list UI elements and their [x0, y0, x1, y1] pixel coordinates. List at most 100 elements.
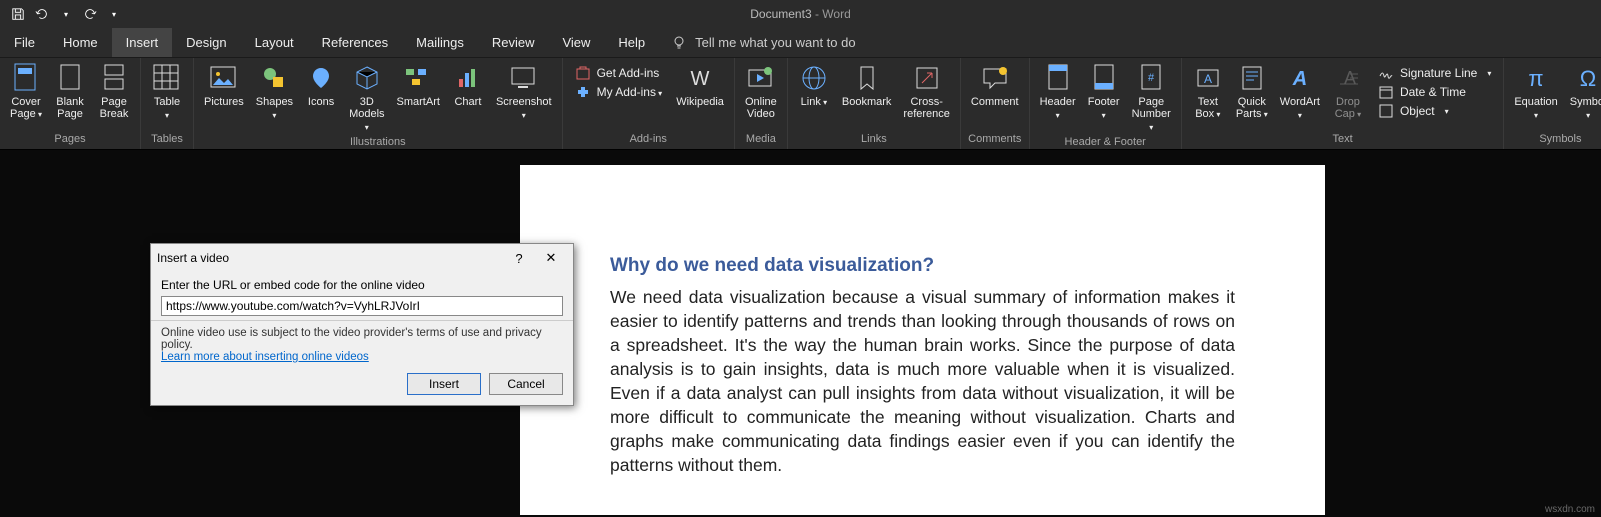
equation-button[interactable]: πEquation [1510, 60, 1561, 122]
cancel-button[interactable]: Cancel [489, 373, 563, 395]
qat-customize-icon[interactable]: ▾ [104, 4, 124, 24]
insert-button[interactable]: Insert [407, 373, 481, 395]
screenshot-button[interactable]: Screenshot [492, 60, 556, 122]
redo-icon[interactable] [80, 4, 100, 24]
video-icon [745, 62, 777, 94]
table-icon [151, 62, 183, 94]
tell-me-search[interactable]: Tell me what you want to do [659, 28, 867, 57]
tab-design[interactable]: Design [172, 28, 240, 57]
equation-icon: π [1520, 62, 1552, 94]
symbol-button[interactable]: ΩSymbol [1566, 60, 1601, 122]
tab-home[interactable]: Home [49, 28, 112, 57]
comment-button[interactable]: Comment [967, 60, 1023, 108]
svg-text:A: A [1292, 68, 1307, 90]
quick-access-toolbar: ▾ ▾ [0, 4, 132, 24]
document-body: We need data visualization because a vis… [610, 285, 1235, 477]
shapes-icon [258, 62, 290, 94]
window-title: Document3 - Word [750, 7, 851, 21]
page-number-icon: # [1135, 62, 1167, 94]
text-box-button[interactable]: AText Box [1188, 60, 1228, 121]
signature-line-button[interactable]: Signature Line▾ [1372, 64, 1497, 82]
icons-button[interactable]: Icons [301, 60, 341, 108]
insert-video-dialog: Insert a video ? ✕ Enter the URL or embe… [150, 243, 574, 406]
save-icon[interactable] [8, 4, 28, 24]
object-icon [1378, 103, 1394, 119]
bookmark-icon [851, 62, 883, 94]
link-button[interactable]: Link [794, 60, 834, 109]
wordart-icon: A [1284, 62, 1316, 94]
page-number-button[interactable]: #Page Number [1128, 60, 1175, 134]
dialog-close-button[interactable]: ✕ [535, 248, 567, 268]
tab-insert[interactable]: Insert [112, 28, 173, 57]
page-break-icon [98, 62, 130, 94]
wikipedia-icon: W [684, 62, 716, 94]
quick-parts-button[interactable]: Quick Parts [1232, 60, 1272, 121]
date-time-button[interactable]: Date & Time [1372, 83, 1472, 101]
symbol-icon: Ω [1572, 62, 1601, 94]
tab-review[interactable]: Review [478, 28, 549, 57]
textbox-icon: A [1192, 62, 1224, 94]
svg-text:W: W [691, 68, 710, 90]
header-icon [1042, 62, 1074, 94]
dialog-prompt: Enter the URL or embed code for the onli… [161, 278, 563, 292]
bookmark-button[interactable]: Bookmark [838, 60, 896, 108]
pictures-button[interactable]: Pictures [200, 60, 248, 108]
shapes-button[interactable]: Shapes [252, 60, 297, 122]
dialog-title: Insert a video [157, 251, 503, 265]
object-button[interactable]: Object▾ [1372, 102, 1455, 120]
dialog-help-button[interactable]: ? [503, 248, 535, 268]
cover-page-button[interactable]: Cover Page [6, 60, 46, 121]
group-pages-label: Pages [54, 131, 85, 149]
lightbulb-icon [671, 35, 687, 51]
tab-mailings[interactable]: Mailings [402, 28, 478, 57]
group-media-label: Media [746, 131, 776, 149]
screenshot-icon [508, 62, 540, 94]
group-links-label: Links [861, 131, 887, 149]
blank-page-button[interactable]: Blank Page [50, 60, 90, 120]
smartart-button[interactable]: SmartArt [393, 60, 444, 108]
get-addins-button[interactable]: Get Add-ins [569, 64, 666, 82]
drop-cap-button[interactable]: ADrop Cap [1328, 60, 1368, 121]
cross-ref-icon [911, 62, 943, 94]
wordart-button[interactable]: AWordArt [1276, 60, 1324, 122]
svg-text:#: # [1148, 72, 1155, 84]
footer-button[interactable]: Footer [1084, 60, 1124, 122]
document-heading: Why do we need data visualization? [610, 255, 1235, 277]
group-comments-label: Comments [968, 131, 1021, 149]
document-page[interactable]: Why do we need data visualization? We ne… [520, 165, 1325, 515]
cube-icon [351, 62, 383, 94]
chart-icon [452, 62, 484, 94]
online-video-button[interactable]: Online Video [741, 60, 781, 120]
dialog-title-bar[interactable]: Insert a video ? ✕ [151, 244, 573, 272]
group-addins-label: Add-ins [630, 131, 667, 149]
ribbon-tabs: File Home Insert Design Layout Reference… [0, 28, 1601, 58]
tab-references[interactable]: References [308, 28, 402, 57]
store-icon [575, 65, 591, 81]
3d-models-button[interactable]: 3D Models [345, 60, 388, 134]
dropcap-icon: A [1332, 62, 1364, 94]
title-bar: ▾ ▾ Document3 - Word [0, 0, 1601, 28]
app-name: Word [822, 7, 850, 21]
group-tables-label: Tables [151, 131, 183, 149]
video-url-input[interactable] [161, 296, 563, 316]
learn-more-link[interactable]: Learn more about inserting online videos [161, 351, 369, 363]
wikipedia-button[interactable]: WWikipedia [672, 60, 728, 108]
cross-reference-button[interactable]: Cross- reference [899, 60, 953, 120]
group-symbols-label: Symbols [1539, 131, 1581, 149]
table-button[interactable]: Table [147, 60, 187, 122]
svg-text:Ω: Ω [1580, 66, 1596, 91]
undo-icon[interactable] [32, 4, 52, 24]
watermark: wsxdn.com [1545, 504, 1595, 515]
my-addins-button[interactable]: My Add-ins [569, 83, 669, 101]
header-button[interactable]: Header [1036, 60, 1080, 122]
chart-button[interactable]: Chart [448, 60, 488, 108]
dialog-note: Online video use is subject to the video… [161, 327, 542, 351]
tab-help[interactable]: Help [604, 28, 659, 57]
page-break-button[interactable]: Page Break [94, 60, 134, 120]
tab-layout[interactable]: Layout [241, 28, 308, 57]
undo-dropdown-icon[interactable]: ▾ [56, 4, 76, 24]
tab-file[interactable]: File [0, 28, 49, 57]
tab-view[interactable]: View [548, 28, 604, 57]
tell-me-label: Tell me what you want to do [695, 35, 855, 50]
svg-text:π: π [1528, 66, 1543, 91]
